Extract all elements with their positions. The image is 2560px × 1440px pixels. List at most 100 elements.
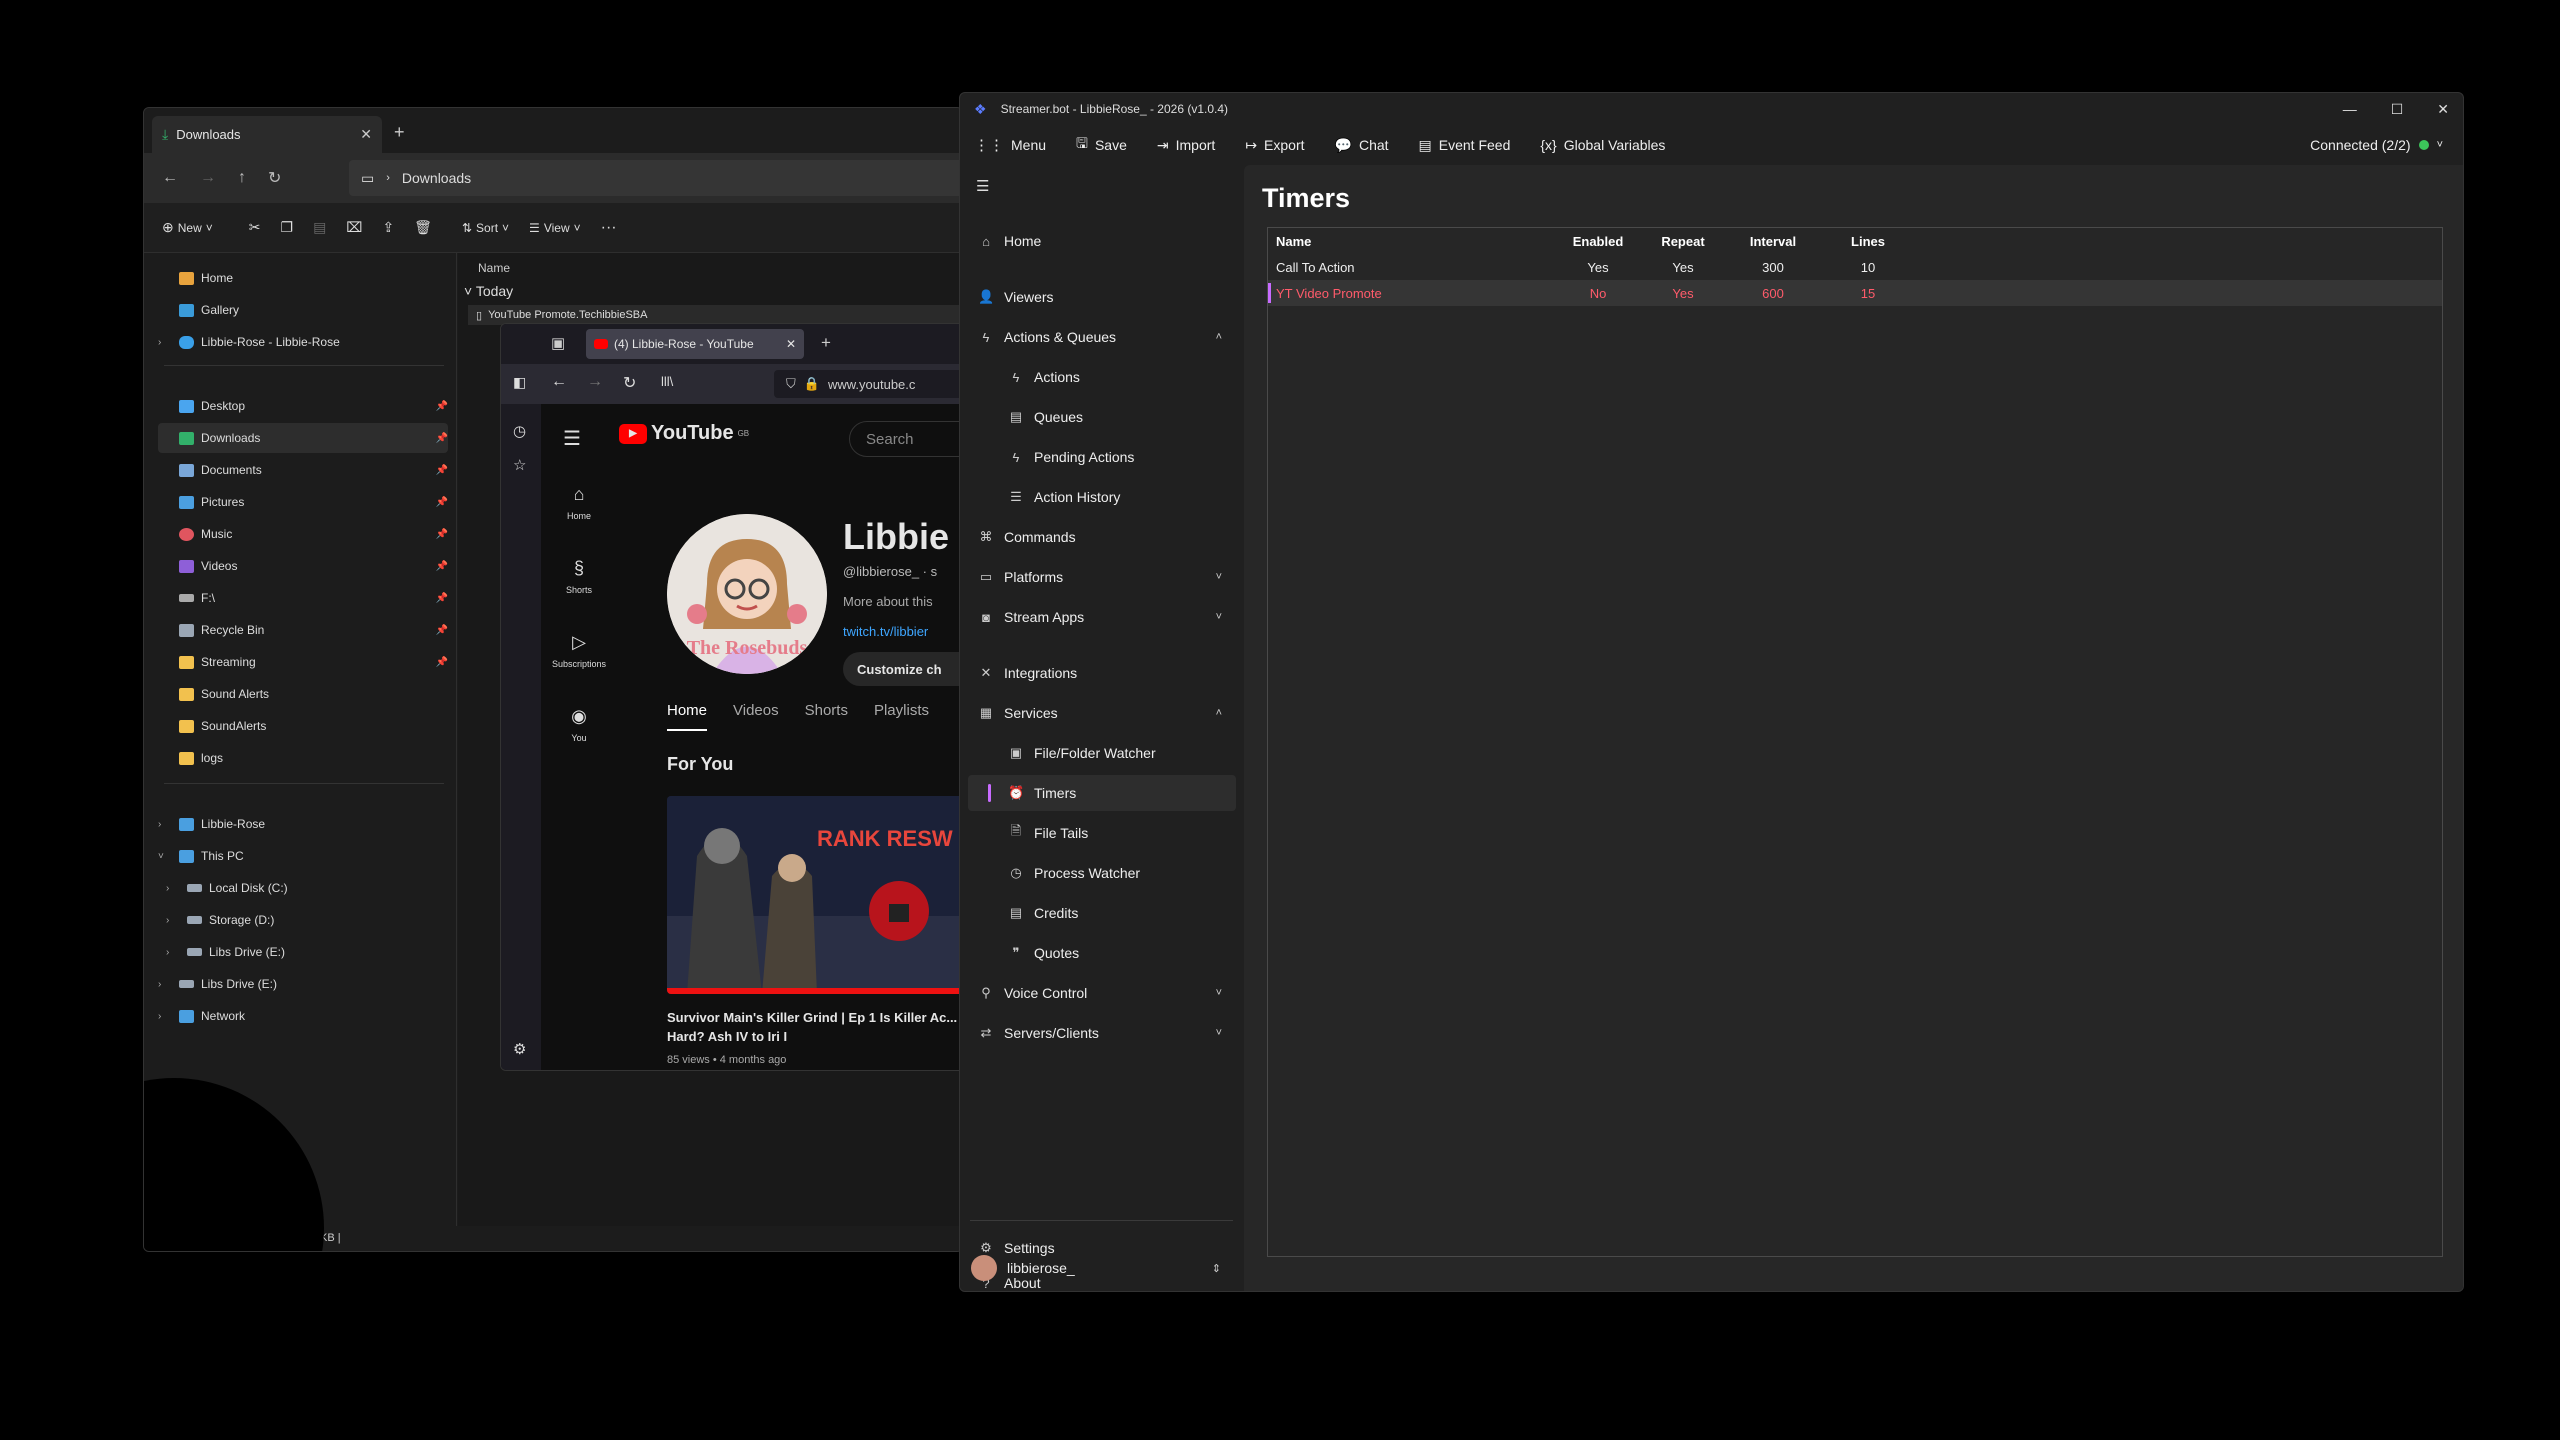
column-header-interval[interactable]: Interval bbox=[1728, 234, 1818, 249]
star-icon[interactable]: ☆ bbox=[513, 456, 526, 474]
event-feed-button[interactable]: ▤ Event Feed bbox=[1419, 137, 1511, 154]
sidebar-item-timers[interactable]: ⏰ Timers bbox=[968, 775, 1236, 811]
sidebar-item-queues[interactable]: ▤ Queues bbox=[968, 399, 1236, 435]
save-button[interactable]: 🖫 Save bbox=[1076, 133, 1127, 157]
hamburger-menu-icon[interactable]: ☰ bbox=[976, 177, 989, 195]
refresh-icon[interactable]: ↻ bbox=[268, 168, 281, 188]
path-segment-downloads[interactable]: Downloads bbox=[402, 170, 471, 186]
new-button[interactable]: ⊕ New ˅ bbox=[162, 219, 213, 236]
sidebar-item-actions-queues[interactable]: ϟ Actions & Queues ˄ bbox=[968, 319, 1236, 355]
delete-icon[interactable]: 🗑 bbox=[414, 219, 432, 236]
menu-button[interactable]: ⋮⋮ Menu bbox=[974, 136, 1046, 154]
channel-tab-videos[interactable]: Videos bbox=[733, 702, 779, 731]
nav-item-gallery[interactable]: Gallery bbox=[158, 295, 448, 325]
gear-icon[interactable]: ⚙ bbox=[513, 1040, 526, 1058]
sidebar-item-action-history[interactable]: ☰ Action History bbox=[968, 479, 1236, 515]
channel-external-link[interactable]: twitch.tv/libbier bbox=[843, 624, 928, 639]
nav-item-downloads[interactable]: Downloads 📌 bbox=[158, 423, 448, 453]
file-row[interactable]: ▯ YouTube Promote.TechibbieSBA bbox=[468, 305, 962, 325]
sidebar-item-servers-clients[interactable]: ⇄ Servers/Clients ˅ bbox=[968, 1015, 1236, 1051]
browser-tab-youtube[interactable]: (4) Libbie-Rose - YouTube ✕ bbox=[586, 329, 804, 359]
tab-overview-icon[interactable]: ▣ bbox=[551, 334, 565, 352]
sidebar-item-integrations[interactable]: ✕ Integrations bbox=[968, 655, 1236, 691]
new-tab-button[interactable]: + bbox=[821, 333, 831, 353]
close-icon[interactable]: ✕ bbox=[786, 337, 796, 351]
sidebar-item-voice-control[interactable]: ⚲ Voice Control ˅ bbox=[968, 975, 1236, 1011]
sidebar-item-commands[interactable]: ⌘ Commands bbox=[968, 519, 1236, 555]
library-icon[interactable]: lll\ bbox=[661, 374, 673, 389]
yt-nav-shorts[interactable]: § Shorts bbox=[549, 558, 609, 595]
sort-button[interactable]: ⇅ Sort ˅ bbox=[462, 221, 509, 235]
yt-nav-subscriptions[interactable]: ▷ Subscriptions bbox=[549, 632, 609, 669]
column-header-name[interactable]: Name bbox=[1276, 234, 1311, 249]
nav-item-f-drive[interactable]: F:\ 📌 bbox=[158, 583, 448, 613]
sidebar-item-file-tails[interactable]: 🗎 File Tails bbox=[968, 815, 1236, 851]
back-arrow-icon[interactable]: ← bbox=[551, 373, 567, 391]
rename-icon[interactable]: ⌧ bbox=[346, 219, 362, 236]
copy-icon[interactable]: ❐ bbox=[281, 219, 294, 236]
nav-item-libs-drive-e[interactable]: › Libs Drive (E:) bbox=[166, 937, 456, 967]
back-arrow-icon[interactable]: ← bbox=[162, 169, 178, 187]
sidebar-item-stream-apps[interactable]: ◙ Stream Apps ˅ bbox=[968, 599, 1236, 635]
video-thumbnail[interactable]: RANK RESW bbox=[667, 796, 969, 994]
video-title[interactable]: Survivor Main's Killer Grind | Ep 1 Is K… bbox=[667, 1008, 969, 1046]
forward-arrow-icon[interactable]: → bbox=[587, 373, 603, 391]
nav-item-pictures[interactable]: Pictures 📌 bbox=[158, 487, 448, 517]
yt-nav-you[interactable]: ◉ You bbox=[549, 706, 609, 743]
user-profile[interactable]: libbierose_ ⇕ bbox=[967, 1253, 1235, 1283]
table-row[interactable]: YT Video Promote No Yes 600 15 bbox=[1268, 280, 2442, 306]
nav-item-network[interactable]: › Network bbox=[158, 1001, 448, 1031]
share-icon[interactable]: ⇪ bbox=[382, 219, 394, 236]
column-header-enabled[interactable]: Enabled bbox=[1558, 234, 1638, 249]
nav-item-soundalerts[interactable]: SoundAlerts bbox=[158, 711, 448, 741]
sidebar-item-credits[interactable]: ▤ Credits bbox=[968, 895, 1236, 931]
nav-item-sound-alerts[interactable]: Sound Alerts bbox=[158, 679, 448, 709]
sidebar-item-pending-actions[interactable]: ϟ Pending Actions bbox=[968, 439, 1236, 475]
nav-item-local-disk-c[interactable]: › Local Disk (C:) bbox=[166, 873, 456, 903]
channel-about-link[interactable]: More about this bbox=[843, 594, 933, 609]
nav-item-this-pc[interactable]: ˅ This PC bbox=[158, 841, 448, 871]
more-options-button[interactable]: ··· bbox=[601, 219, 617, 237]
sidebar-item-platforms[interactable]: ▭ Platforms ˅ bbox=[968, 559, 1236, 595]
nav-item-recycle-bin[interactable]: Recycle Bin 📌 bbox=[158, 615, 448, 645]
channel-tab-home[interactable]: Home bbox=[667, 702, 708, 731]
refresh-icon[interactable]: ↻ bbox=[623, 373, 636, 393]
paste-icon[interactable]: ▤ bbox=[313, 219, 326, 236]
nav-item-home[interactable]: Home bbox=[158, 263, 448, 293]
nav-item-onedrive[interactable]: › Libbie-Rose - Libbie-Rose bbox=[158, 327, 448, 357]
customize-channel-button[interactable]: Customize ch bbox=[843, 652, 969, 686]
view-button[interactable]: ☰ View ˅ bbox=[529, 221, 581, 235]
group-header-today[interactable]: ˅ Today bbox=[464, 283, 513, 299]
up-arrow-icon[interactable]: ↑ bbox=[238, 169, 246, 187]
url-bar[interactable]: ⛉ 🔒 www.youtube.c bbox=[774, 370, 969, 398]
close-icon[interactable]: ✕ bbox=[360, 126, 372, 143]
connection-status[interactable]: Connected (2/2) ˅ bbox=[2310, 125, 2443, 165]
column-header-name[interactable]: Name bbox=[478, 261, 510, 275]
export-button[interactable]: ↦ Export bbox=[1245, 137, 1304, 154]
column-header-repeat[interactable]: Repeat bbox=[1643, 234, 1723, 249]
table-row[interactable]: Call To Action Yes Yes 300 10 bbox=[1268, 254, 2442, 280]
nav-item-storage-d[interactable]: › Storage (D:) bbox=[166, 905, 456, 935]
nav-item-music[interactable]: Music 📌 bbox=[158, 519, 448, 549]
nav-item-videos[interactable]: Videos 📌 bbox=[158, 551, 448, 581]
yt-nav-home[interactable]: ⌂ Home bbox=[549, 484, 609, 521]
global-variables-button[interactable]: {x} Global Variables bbox=[1540, 137, 1665, 153]
youtube-search-input[interactable]: Search bbox=[849, 421, 969, 457]
sidebar-item-quotes[interactable]: ❞ Quotes bbox=[968, 935, 1236, 971]
sidebar-item-actions[interactable]: ϟ Actions bbox=[968, 359, 1236, 395]
channel-avatar[interactable]: The Rosebuds bbox=[667, 514, 827, 674]
maximize-icon[interactable]: ☐ bbox=[2391, 101, 2404, 118]
minimize-icon[interactable]: — bbox=[2343, 101, 2357, 117]
hamburger-menu-icon[interactable]: ☰ bbox=[563, 426, 581, 451]
nav-item-logs[interactable]: logs bbox=[158, 743, 448, 773]
nav-item-streaming[interactable]: Streaming 📌 bbox=[158, 647, 448, 677]
import-button[interactable]: ⇥ Import bbox=[1157, 137, 1215, 154]
column-header-lines[interactable]: Lines bbox=[1823, 234, 1913, 249]
sidebar-item-home[interactable]: ⌂ Home bbox=[968, 223, 1236, 259]
sidebar-toggle-icon[interactable]: ◧ bbox=[513, 374, 526, 391]
sidebar-item-file-folder-watcher[interactable]: ▣ File/Folder Watcher bbox=[968, 735, 1236, 771]
sidebar-item-viewers[interactable]: 👤 Viewers bbox=[968, 279, 1236, 315]
nav-item-libs-drive-e-2[interactable]: › Libs Drive (E:) bbox=[158, 969, 448, 999]
sidebar-item-process-watcher[interactable]: ◷ Process Watcher bbox=[968, 855, 1236, 891]
channel-tab-playlists[interactable]: Playlists bbox=[874, 702, 929, 731]
